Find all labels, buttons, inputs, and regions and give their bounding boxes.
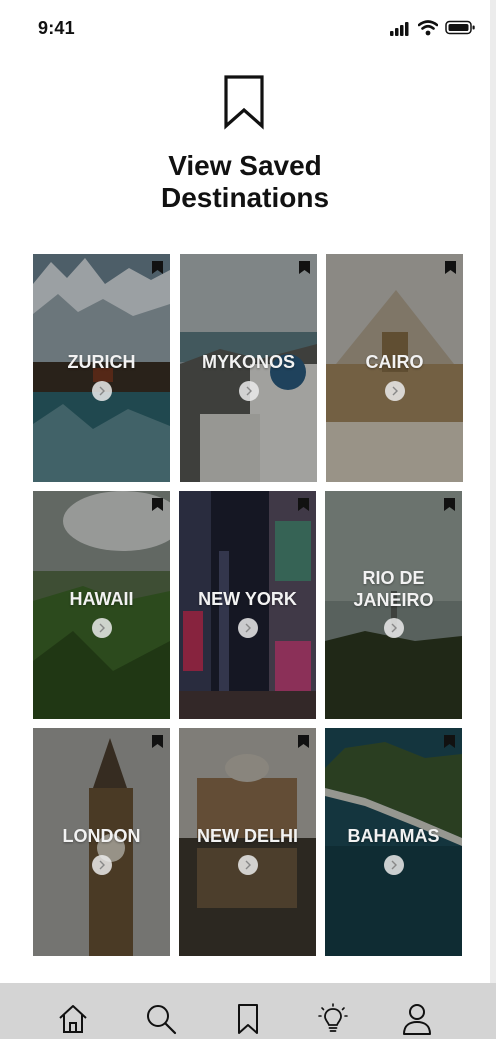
chevron-right-icon[interactable] bbox=[92, 381, 112, 401]
destination-card-cairo[interactable]: CAIRO bbox=[326, 254, 463, 482]
chevron-right-icon[interactable] bbox=[385, 381, 405, 401]
bookmark-filled-icon[interactable] bbox=[299, 261, 310, 274]
destination-card-hawaii[interactable]: HAWAII bbox=[33, 491, 170, 719]
bookmark-filled-icon[interactable] bbox=[298, 498, 309, 511]
status-bar: 9:41 bbox=[0, 0, 490, 56]
home-icon bbox=[59, 1005, 87, 1033]
destination-label: NEW YORK bbox=[198, 589, 297, 609]
battery-icon bbox=[445, 20, 475, 35]
chevron-right-icon[interactable] bbox=[239, 381, 259, 401]
bookmark-filled-icon[interactable] bbox=[444, 735, 455, 748]
destination-label: CAIRO bbox=[365, 352, 424, 372]
destination-label: BAHAMAS bbox=[347, 826, 440, 846]
destination-label: NEW DELHI bbox=[197, 826, 298, 846]
destination-card-mykonos[interactable]: MYKONOS bbox=[180, 254, 317, 482]
bookmark-icon bbox=[224, 75, 264, 130]
status-icons bbox=[390, 19, 478, 39]
profile-icon bbox=[403, 1004, 431, 1035]
nav-saved[interactable] bbox=[230, 1001, 266, 1037]
bookmark-filled-icon[interactable] bbox=[298, 735, 309, 748]
signal-icon bbox=[390, 22, 409, 36]
nav-search[interactable] bbox=[143, 1001, 179, 1037]
bookmark-filled-icon[interactable] bbox=[152, 735, 163, 748]
chevron-right-icon[interactable] bbox=[92, 618, 112, 638]
destination-label: MYKONOS bbox=[201, 352, 295, 372]
bookmark-icon bbox=[238, 1004, 258, 1034]
nav-home[interactable] bbox=[55, 1001, 91, 1037]
chevron-right-icon[interactable] bbox=[92, 855, 112, 875]
bottom-nav bbox=[0, 983, 496, 1039]
destination-label: HAWAII bbox=[69, 589, 134, 609]
chevron-right-icon[interactable] bbox=[238, 855, 258, 875]
right-edge-strip bbox=[490, 0, 496, 1039]
nav-ideas[interactable] bbox=[315, 1001, 351, 1037]
destination-card-london[interactable]: LONDON bbox=[33, 728, 170, 956]
destination-card-zurich[interactable]: ZURICH bbox=[33, 254, 170, 482]
status-time: 9:41 bbox=[38, 18, 75, 38]
chevron-right-icon[interactable] bbox=[384, 855, 404, 875]
destination-card-bahamas[interactable]: BAHAMAS bbox=[325, 728, 462, 956]
page-title: View Saved Destinations bbox=[160, 150, 330, 213]
destination-label: ZURICH bbox=[67, 352, 136, 372]
search-icon bbox=[147, 1005, 177, 1035]
wifi-icon bbox=[418, 20, 438, 36]
bookmark-filled-icon[interactable] bbox=[444, 498, 455, 511]
chevron-right-icon[interactable] bbox=[238, 618, 258, 638]
chevron-right-icon[interactable] bbox=[384, 618, 404, 638]
destination-label: RIO DE JANEIRO bbox=[353, 568, 434, 610]
destination-card-rio-de-janeiro[interactable]: RIO DE JANEIRO bbox=[325, 491, 462, 719]
bookmark-filled-icon[interactable] bbox=[152, 261, 163, 274]
bookmark-filled-icon[interactable] bbox=[445, 261, 456, 274]
destination-label: LONDON bbox=[62, 826, 141, 846]
destination-card-new-york[interactable]: NEW YORK bbox=[179, 491, 316, 719]
destination-card-new-delhi[interactable]: NEW DELHI bbox=[179, 728, 316, 956]
bookmark-filled-icon[interactable] bbox=[152, 498, 163, 511]
nav-profile[interactable] bbox=[399, 1001, 435, 1037]
lightbulb-icon bbox=[318, 1003, 348, 1032]
